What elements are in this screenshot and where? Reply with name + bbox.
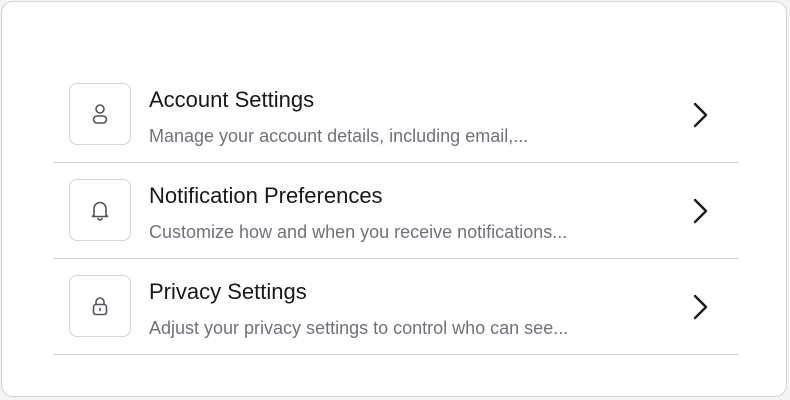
chevron-right-icon: [689, 100, 711, 130]
settings-item-account[interactable]: Account Settings Manage your account det…: [53, 67, 739, 163]
user-icon: [92, 104, 108, 124]
settings-item-title: Account Settings: [149, 87, 315, 112]
chevron-right-icon: [689, 292, 711, 322]
settings-item-icon-box: [69, 83, 131, 145]
chevron-right-icon: [689, 196, 711, 226]
settings-item-description: Manage your account details, including e…: [149, 126, 529, 146]
settings-item-description: Adjust your privacy settings to control …: [149, 318, 569, 338]
lock-icon: [92, 297, 108, 316]
settings-item-icon-box: [69, 179, 131, 241]
settings-item-title: Privacy Settings: [149, 279, 307, 304]
bell-icon: [91, 201, 109, 221]
settings-item-notifications[interactable]: Notification Preferences Customize how a…: [53, 163, 739, 259]
settings-card: Account Settings Manage your account det…: [1, 1, 787, 397]
settings-item-title: Notification Preferences: [149, 183, 383, 208]
settings-list: Account Settings Manage your account det…: [53, 67, 739, 355]
settings-item-icon-box: [69, 275, 131, 337]
settings-item-description: Customize how and when you receive notif…: [149, 222, 568, 242]
settings-item-privacy[interactable]: Privacy Settings Adjust your privacy set…: [53, 259, 739, 355]
